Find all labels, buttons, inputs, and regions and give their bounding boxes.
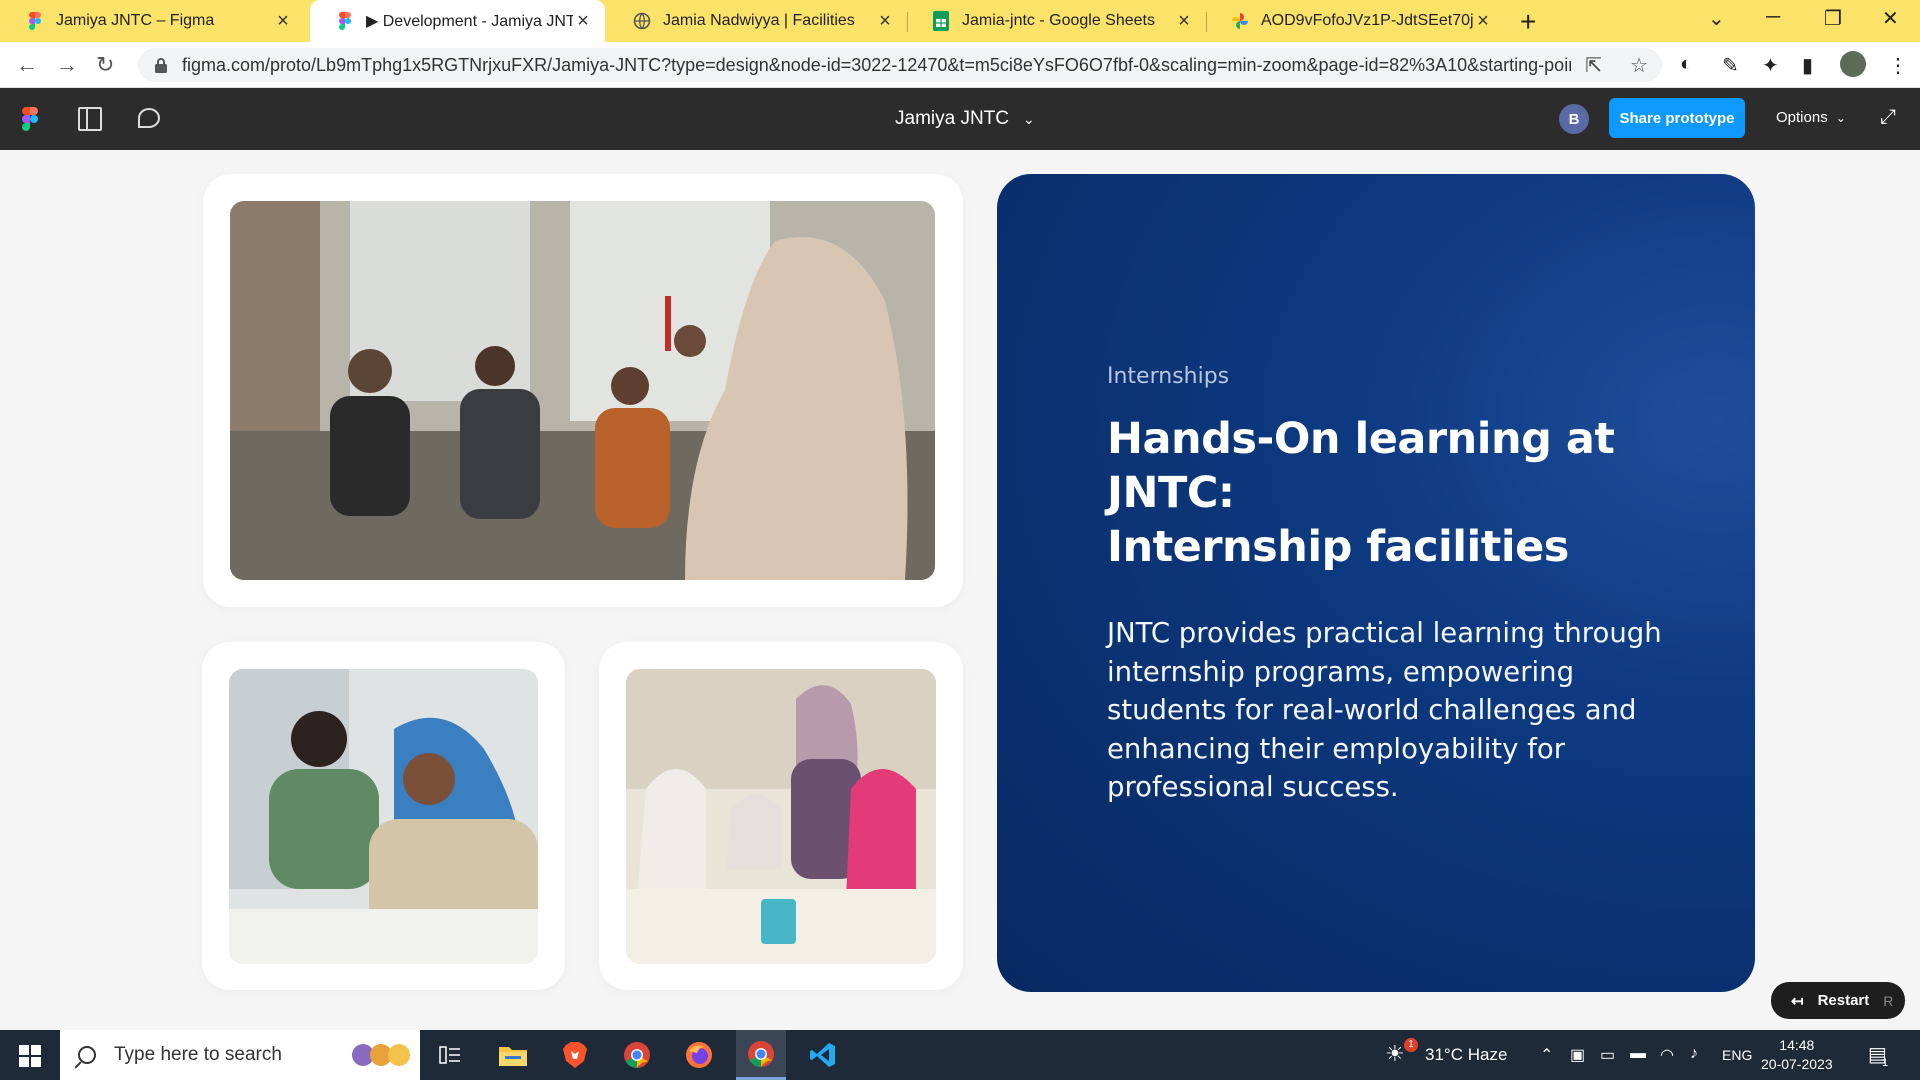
back-button[interactable]: ← [16, 52, 38, 78]
figma-prototype-toolbar: Jamiya JNTC ⌄ B Share prototype Options … [0, 88, 1920, 150]
restart-prototype-button[interactable]: ↤ Restart R [1771, 982, 1905, 1019]
brave-browser-icon[interactable] [550, 1030, 600, 1080]
display-icon[interactable]: ▭ [1600, 1045, 1615, 1065]
heading-line: Hands-On learning at [1107, 414, 1615, 464]
reload-button[interactable]: ↻ [96, 52, 114, 78]
tab-figma-file[interactable]: Jamiya JNTC – Figma × [0, 0, 305, 42]
file-name: Jamiya JNTC [895, 108, 1010, 129]
minimize-button[interactable]: ─ [1766, 6, 1780, 29]
share-prototype-button[interactable]: Share prototype [1609, 98, 1745, 138]
restart-label: Restart [1817, 992, 1870, 1009]
tab-title: Jamia-jntc - Google Sheets [962, 12, 1155, 29]
slide-body-text: JNTC provides practical learning through… [1107, 617, 1662, 803]
firefox-icon[interactable] [674, 1030, 724, 1080]
chevron-down-icon: ⌄ [1023, 110, 1035, 127]
search-placeholder: Type here to search [114, 1044, 282, 1065]
tab-google-sheets[interactable]: Jamia-jntc - Google Sheets × [906, 0, 1206, 42]
file-name-menu[interactable]: Jamiya JNTC ⌄ [895, 108, 1035, 130]
weather-icon[interactable]: ☀ [1385, 1041, 1405, 1067]
sheets-icon [932, 11, 950, 31]
task-view-icon[interactable] [425, 1030, 475, 1080]
language-indicator[interactable]: ENG [1722, 1047, 1752, 1063]
chrome-active-window-icon[interactable] [736, 1030, 786, 1080]
tab-title: ▶ Development - Jamiya JNTC [366, 13, 573, 30]
bookmark-star-icon[interactable]: ☆ [1630, 53, 1648, 78]
search-highlight-icon [352, 1044, 410, 1066]
profile-avatar[interactable] [1840, 51, 1866, 77]
file-explorer-icon[interactable] [488, 1030, 538, 1080]
classroom-photo-image [230, 201, 935, 580]
tab-development-prototype[interactable]: ▶ Development - Jamiya JNTC × [310, 0, 605, 42]
chevron-up-icon[interactable]: ⌃ [1540, 1045, 1553, 1065]
url-text: figma.com/proto/Lb9mTphg1x5RGTNrjxuFXR/J… [182, 54, 1572, 75]
lock-icon [155, 58, 167, 73]
photo-card-large [203, 174, 963, 607]
kids-classroom-photo-image [626, 669, 936, 964]
address-bar[interactable]: figma.com/proto/Lb9mTphg1x5RGTNrjxuFXR/J… [138, 48, 1662, 82]
globe-icon [633, 12, 651, 30]
tab-facilities[interactable]: Jamia Nadwiyya | Facilities × [607, 0, 907, 42]
restart-shortcut: R [1883, 992, 1894, 1009]
restart-arrow-icon: ↤ [1791, 992, 1804, 1010]
close-tab-icon[interactable]: × [875, 10, 895, 33]
tab-title: AOD9vFofoJVz1P-JdtSEet70jJ7R2 [1261, 12, 1473, 29]
photo-card-small-left [202, 642, 565, 990]
close-tab-icon[interactable]: × [273, 10, 293, 33]
chrome-icon[interactable] [612, 1030, 662, 1080]
weather-text[interactable]: 31°C Haze [1425, 1045, 1507, 1065]
section-eyebrow: Internships [1107, 364, 1230, 389]
vscode-icon[interactable] [798, 1030, 848, 1080]
puzzle-extensions-icon[interactable]: ✦ [1762, 53, 1779, 78]
figma-logo-icon[interactable] [22, 107, 38, 136]
wifi-icon[interactable]: ◠ [1660, 1045, 1674, 1065]
volume-icon[interactable]: ♪ [1690, 1045, 1698, 1063]
side-panel-icon[interactable]: ▮ [1802, 53, 1813, 78]
windows-start-icon[interactable] [19, 1045, 41, 1067]
heading-line: Internship facilities [1107, 522, 1569, 572]
weather-badge: 1 [1404, 1038, 1418, 1052]
heading-line: JNTC: [1107, 468, 1235, 518]
browser-tab-strip: Jamiya JNTC – Figma × ▶ Development - Ja… [0, 0, 1920, 42]
clock-time: 14:48 [1779, 1037, 1815, 1053]
photo-card-small-right [599, 642, 963, 990]
slide-heading: Hands-On learning at JNTC: Internship fa… [1107, 412, 1667, 574]
tab-google-photos[interactable]: AOD9vFofoJVz1P-JdtSEet70jJ7R2 × [1205, 0, 1505, 42]
toggle-sidebar-icon[interactable] [78, 107, 102, 131]
restore-button[interactable]: ❐ [1824, 6, 1842, 31]
notification-count: 1 [1882, 1057, 1889, 1069]
chrome-menu-icon[interactable]: ⋮ [1888, 53, 1908, 78]
forward-button[interactable]: → [56, 52, 78, 78]
taskbar-search-box[interactable]: Type here to search [60, 1030, 420, 1080]
battery-icon[interactable]: ▬ [1630, 1045, 1646, 1063]
prototype-canvas: Internships Hands-On learning at JNTC: I… [0, 150, 1920, 1030]
internship-hero-panel: Internships Hands-On learning at JNTC: I… [997, 174, 1755, 992]
options-menu-button[interactable]: Options ⌄ [1776, 109, 1846, 126]
close-tab-icon[interactable]: × [1174, 10, 1194, 33]
windows-taskbar: Type here to search ☀ 1 31°C Haze ⌃ ▣ ▭ … [0, 1030, 1920, 1080]
photos-icon [1231, 12, 1249, 30]
fullscreen-icon[interactable]: ⤢ [1880, 106, 1896, 129]
close-window-button[interactable]: ✕ [1882, 6, 1899, 31]
extension-icon[interactable]: ◐ [1680, 53, 1692, 76]
new-tab-button[interactable]: + [1520, 6, 1536, 38]
browser-toolbar: ← → ↻ figma.com/proto/Lb9mTphg1x5RGTNrjx… [0, 42, 1920, 88]
student-writing-photo-image [229, 669, 538, 964]
meet-now-icon[interactable]: ▣ [1570, 1045, 1585, 1065]
chevron-down-icon: ⌄ [1835, 111, 1846, 125]
clock-date: 20-07-2023 [1761, 1056, 1833, 1072]
user-avatar[interactable]: B [1559, 104, 1589, 134]
tab-search-icon[interactable]: ⌄ [1708, 6, 1725, 31]
close-tab-icon[interactable]: × [1473, 10, 1493, 33]
close-tab-icon[interactable]: × [573, 10, 593, 33]
taskbar-clock[interactable]: 14:48 20-07-2023 [1761, 1036, 1833, 1074]
search-icon [78, 1046, 96, 1064]
pen-extension-icon[interactable]: ✎ [1722, 53, 1739, 78]
tab-title: Jamiya JNTC – Figma [56, 12, 215, 29]
options-label: Options [1776, 109, 1828, 126]
figma-icon [26, 12, 44, 30]
share-page-icon[interactable]: ⇱ [1585, 53, 1602, 78]
tab-title: Jamia Nadwiyya | Facilities [663, 12, 855, 29]
comment-icon[interactable] [138, 108, 160, 128]
figma-icon [336, 12, 354, 30]
